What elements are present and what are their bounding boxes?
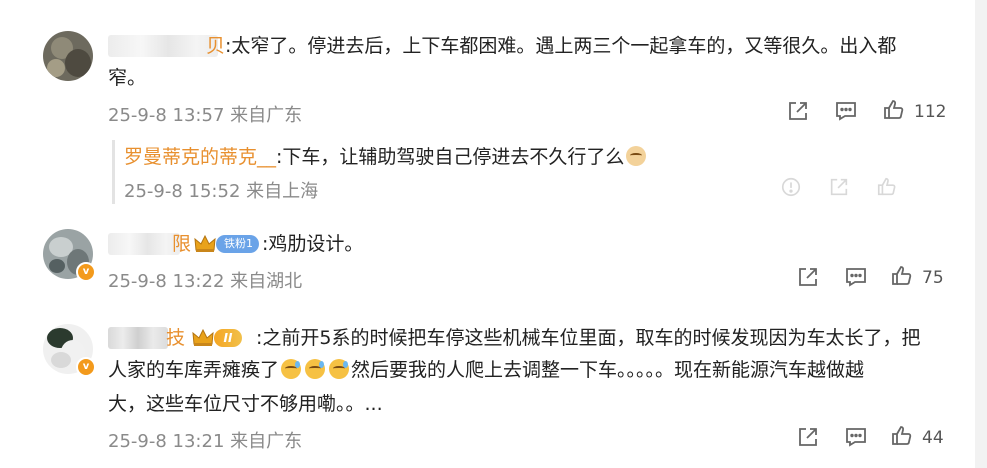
comment-text-line2: 人家的车库弄瘫痪了 然后要我的人爬上去调整一下车。。。。。现在新能源汽车越做越 — [108, 359, 865, 381]
username-blurred[interactable] — [108, 327, 168, 349]
fan-badge: 铁粉1 — [216, 235, 259, 253]
sweat-emoji-icon — [305, 359, 326, 379]
reply-like-icon[interactable] — [876, 176, 898, 198]
reply-username[interactable]: 罗曼蒂克的蒂克__ — [124, 146, 276, 168]
doge-emoji-icon — [626, 146, 647, 166]
comment-text-line2: 窄。 — [108, 67, 147, 89]
verified-badge-icon: v — [76, 262, 96, 282]
comment-text: :太窄了。停进去后，上下车都困难。遇上两三个一起拿车的，又等很久。出入都 — [225, 35, 897, 57]
sweat-emoji-icon — [329, 359, 350, 379]
like-count: 112 — [914, 102, 947, 122]
username[interactable]: 技 — [166, 326, 185, 351]
scrollbar[interactable] — [975, 0, 987, 468]
reply-more-icon[interactable] — [780, 176, 802, 198]
reply-timestamp: 25-9-8 15:52 来自上海 — [124, 181, 319, 202]
crown-icon — [194, 235, 216, 252]
share-icon[interactable] — [786, 99, 810, 123]
username[interactable]: 贝 — [206, 34, 225, 59]
sweat-emoji-icon — [281, 359, 302, 379]
username-blurred[interactable] — [108, 35, 218, 57]
reply-divider — [112, 140, 115, 204]
level-badge: II — [214, 329, 242, 347]
reply-text: 罗曼蒂克的蒂克__:下车，让辅助驾驶自己停进去不久行了么 — [124, 141, 648, 173]
like-count: 75 — [922, 268, 944, 288]
like-icon[interactable] — [890, 264, 914, 288]
comment-text-line3: 大，这些车位尺寸不够用嘞。。... — [108, 393, 383, 415]
share-icon[interactable] — [796, 265, 820, 289]
comment-timestamp: 25-9-8 13:57 来自广东 — [108, 105, 303, 126]
like-count: 44 — [922, 428, 944, 448]
like-icon[interactable] — [890, 424, 914, 448]
username-blurred[interactable] — [108, 233, 180, 255]
comment-timestamp: 25-9-8 13:22 来自湖北 — [108, 271, 303, 292]
comment-icon[interactable] — [844, 265, 868, 289]
share-icon[interactable] — [796, 425, 820, 449]
reply-share-icon[interactable] — [828, 176, 850, 198]
crown-icon — [192, 329, 214, 346]
avatar[interactable] — [43, 31, 93, 81]
comment-text: :之前开5系的时候把车停这些机械车位里面，取车的时候发现因为车太长了，把 — [256, 327, 921, 349]
comment-icon[interactable] — [834, 99, 858, 123]
username[interactable]: 限 — [172, 232, 191, 257]
comment-icon[interactable] — [844, 425, 868, 449]
comment-text: :鸡肋设计。 — [262, 233, 364, 255]
comment-timestamp: 25-9-8 13:21 来自广东 — [108, 431, 303, 452]
like-icon[interactable] — [882, 98, 906, 122]
verified-badge-icon: v — [76, 357, 96, 377]
